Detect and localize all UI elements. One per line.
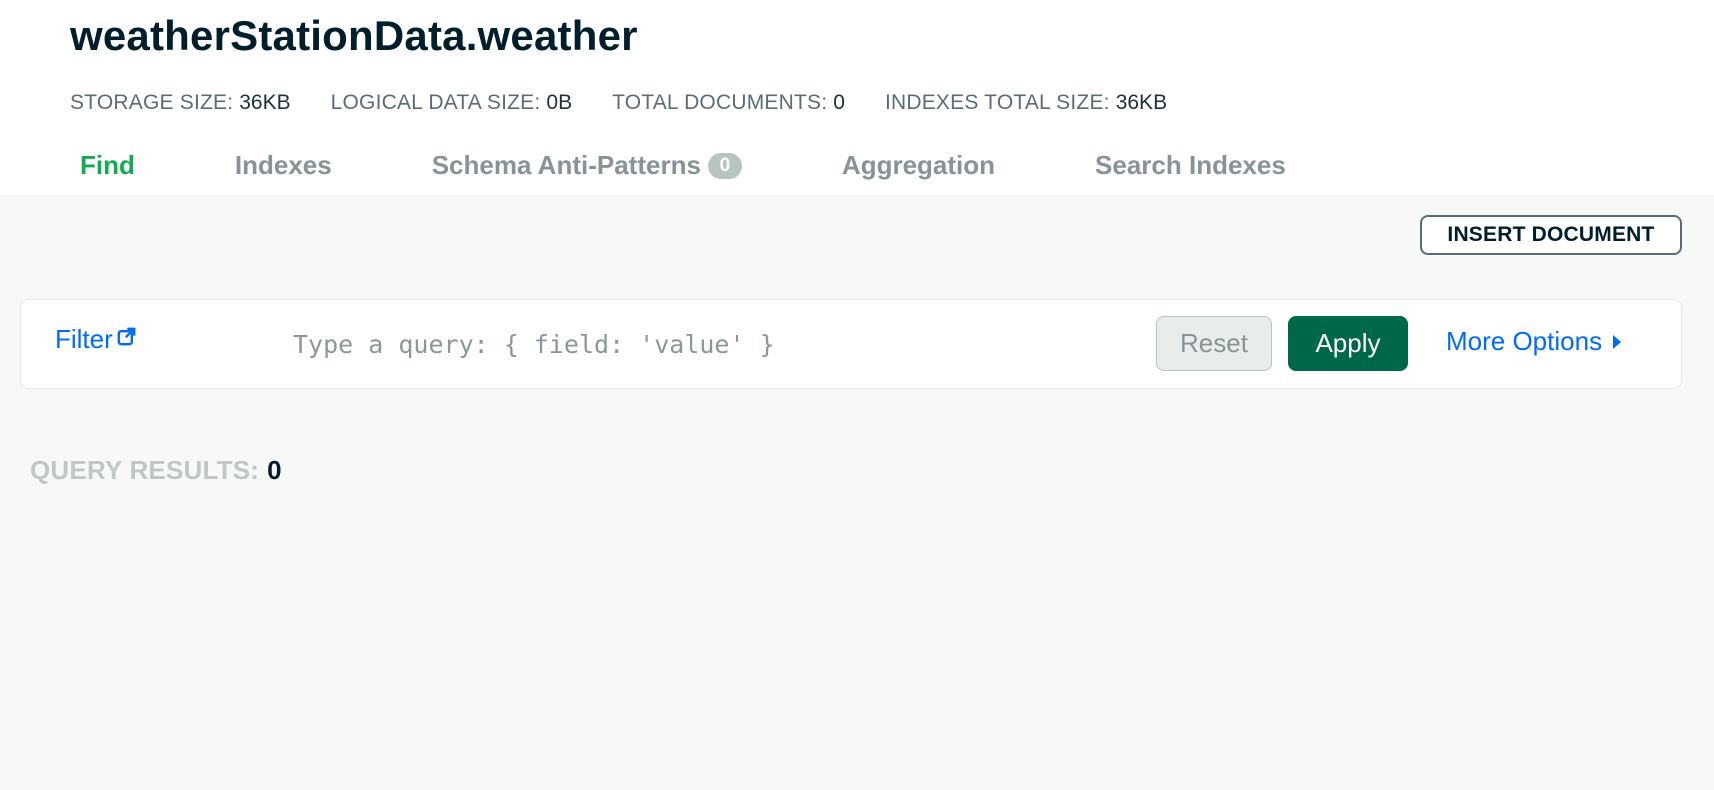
tab-indexes[interactable]: Indexes <box>235 150 332 181</box>
stat-logical-data-size: LOGICAL DATA SIZE: 0B <box>331 91 572 115</box>
stat-label: LOGICAL DATA SIZE: <box>330 91 541 114</box>
stat-value: 36KB <box>1115 91 1168 114</box>
query-results-count: 0 <box>267 455 282 485</box>
collection-title: weatherStationData.weather <box>70 12 638 59</box>
tab-label: Aggregation <box>841 150 996 180</box>
tab-search-indexes[interactable]: Search Indexes <box>1095 150 1286 181</box>
caret-right-icon <box>1612 326 1622 357</box>
tab-count-badge: 0 <box>707 152 742 179</box>
collection-tabs: Find Indexes Schema Anti-Patterns 0 Aggr… <box>80 150 1386 181</box>
filter-link[interactable]: Filter <box>55 324 136 355</box>
query-results-summary: QUERY RESULTS: 0 <box>30 455 282 486</box>
tab-label: Indexes <box>234 150 332 180</box>
tab-aggregation[interactable]: Aggregation <box>842 150 995 181</box>
filter-label: Filter <box>55 324 113 354</box>
stat-label: TOTAL DOCUMENTS: <box>612 91 828 114</box>
tab-find[interactable]: Find <box>80 150 135 181</box>
collection-stats: STORAGE SIZE: 36KB LOGICAL DATA SIZE: 0B… <box>70 91 1207 115</box>
stat-label: STORAGE SIZE: <box>70 91 234 114</box>
insert-document-button[interactable]: INSERT DOCUMENT <box>1420 215 1682 255</box>
stat-value: 36KB <box>239 91 291 114</box>
collection-header: weatherStationData.weather STORAGE SIZE:… <box>0 0 1714 195</box>
stat-indexes-total-size: INDEXES TOTAL SIZE: 36KB <box>885 91 1167 115</box>
query-bar: Filter Reset Apply More Options <box>20 299 1682 389</box>
stat-storage-size: STORAGE SIZE: 36KB <box>70 91 291 115</box>
tab-label: Search Indexes <box>1095 150 1286 180</box>
tab-label: Find <box>80 150 135 180</box>
stat-label: INDEXES TOTAL SIZE: <box>884 91 1110 114</box>
external-link-icon <box>117 322 136 353</box>
tab-schema-anti-patterns[interactable]: Schema Anti-Patterns 0 <box>432 150 742 181</box>
find-panel: INSERT DOCUMENT Filter Reset Apply More … <box>0 195 1714 790</box>
query-results-label: QUERY RESULTS: <box>30 455 260 485</box>
apply-button[interactable]: Apply <box>1288 316 1408 371</box>
reset-button[interactable]: Reset <box>1156 316 1272 371</box>
more-options-toggle[interactable]: More Options <box>1446 326 1622 357</box>
stat-value: 0 <box>833 91 845 114</box>
collection-page: weatherStationData.weather STORAGE SIZE:… <box>0 0 1714 790</box>
stat-total-documents: TOTAL DOCUMENTS: 0 <box>612 91 845 115</box>
stat-value: 0B <box>546 91 573 114</box>
query-filter-input[interactable] <box>291 320 1145 368</box>
more-options-label: More Options <box>1446 326 1603 356</box>
tab-label: Schema Anti-Patterns <box>431 150 701 180</box>
